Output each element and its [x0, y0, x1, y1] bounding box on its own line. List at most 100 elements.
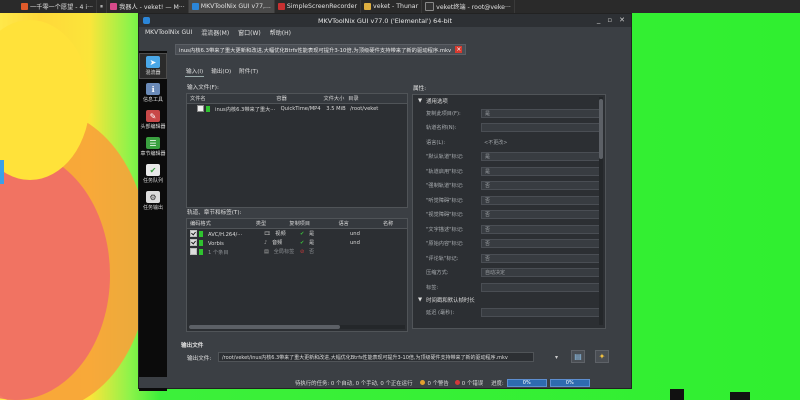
job-queue-icon: ✔: [146, 164, 160, 176]
tab-attachments[interactable]: 附件(T): [238, 66, 259, 77]
copy: 是: [309, 231, 315, 237]
sidebar-item-header-editor[interactable]: ✎ 头部编辑器: [140, 108, 166, 132]
column-header[interactable]: 语言: [335, 220, 380, 227]
tab-output[interactable]: 输出(O): [210, 66, 232, 77]
warnings-status: 0 个警告: [427, 380, 449, 387]
copy-item-select[interactable]: 是: [481, 108, 603, 118]
taskbar-item-label: veket - Thunar: [373, 3, 419, 10]
sidebar-item-label: 头部编辑器: [140, 124, 166, 130]
sidebar-item-job-queue[interactable]: ✔ 任务队列: [140, 162, 166, 186]
taskbar-item-pause[interactable]: ⏸: [97, 0, 108, 13]
minimize-button[interactable]: _: [597, 16, 601, 24]
table-row[interactable]: Vorbis ♪ 音频 ✔ 是 und: [187, 238, 407, 247]
size-cell: 3.5 MiB: [326, 105, 346, 112]
check-icon: ✔: [300, 231, 305, 237]
type: 视频: [275, 231, 286, 237]
menu-help[interactable]: 帮助(H): [270, 28, 291, 37]
title-bar[interactable]: MKVToolNix GUI v77.0 ('Elemental') 64-bi…: [139, 14, 631, 27]
original-content-select[interactable]: 否: [481, 239, 603, 249]
track-enabled-select[interactable]: 是: [481, 166, 603, 176]
property-row: 语言(L): <不更改>: [413, 135, 605, 150]
column-header[interactable]: 文件大小: [321, 95, 346, 102]
status-bar: 待执行的任务: 0 个自动, 0 个手动, 0 个正在运行 0 个警告 0 个错…: [139, 377, 631, 388]
default-track-select[interactable]: 是: [481, 152, 603, 162]
file-icon: [197, 105, 204, 112]
add-to-queue-button[interactable]: ✦: [595, 350, 609, 363]
column-header[interactable]: 文件名: [187, 95, 273, 102]
sidebar-item-info[interactable]: ℹ 信息工具: [140, 81, 166, 105]
merge-subtabs: 输入(I) 输出(O) 附件(T): [185, 66, 259, 77]
column-header[interactable]: 编码格式: [187, 220, 253, 227]
taskbar-item-browser[interactable]: 我器人 - veket! — M···: [107, 0, 189, 13]
compression-select[interactable]: 自动决定: [481, 268, 603, 278]
horizontal-scrollbar[interactable]: [189, 325, 405, 329]
scroll-thumb[interactable]: [189, 325, 341, 329]
type-cell: ♪ 音频: [258, 239, 294, 246]
type: 音频: [271, 240, 283, 246]
column-header[interactable]: 目录: [345, 95, 407, 102]
track-checkbox[interactable]: [190, 239, 197, 246]
taskbar-item-music[interactable]: 一千零一个愿望 - 4 i···: [18, 0, 98, 13]
tracks-list[interactable]: 编码格式 类型 复制项目 语言 名称 AVC/H.264/··· 🎞 视频 ✔ …: [186, 218, 408, 332]
property-row: 复制此项目(F): 是: [413, 106, 605, 121]
visual-impaired-select[interactable]: 否: [481, 210, 603, 220]
document-tab[interactable]: inus内核6.3带来了重大更新和改进,大幅优化Btrfs性能表现可提升3-10…: [175, 44, 467, 55]
menu-multiplexer[interactable]: 混流器(M): [201, 28, 229, 37]
scroll-thumb[interactable]: [599, 99, 603, 159]
track-checkbox[interactable]: [190, 248, 197, 255]
text-descriptions-select[interactable]: 否: [481, 224, 603, 234]
file-name-cell: inus内核6.3带来了重大···: [187, 104, 278, 113]
table-row[interactable]: 1 个条目 ▤ 全局标签 ⊘ 否: [187, 247, 407, 256]
merge-icon: ➤: [146, 56, 160, 68]
close-button[interactable]: ✕: [619, 16, 625, 24]
delay-input[interactable]: [481, 308, 603, 318]
hearing-impaired-select[interactable]: 否: [481, 195, 603, 205]
property-label: 轨道名称(N):: [426, 125, 457, 132]
table-row[interactable]: AVC/H.264/··· 🎞 视频 ✔ 是 und: [187, 229, 407, 238]
lang-cell: und: [350, 239, 360, 246]
menu-window[interactable]: 窗口(W): [238, 28, 261, 37]
copy-cell: ✔ 是: [294, 239, 347, 246]
track-name-input[interactable]: [481, 123, 603, 133]
menu-mkvtoolnix[interactable]: MKVToolNix GUI: [145, 29, 192, 36]
column-header[interactable]: 名称: [380, 220, 407, 227]
codec: 1 个条目: [208, 250, 229, 256]
sidebar-item-label: 混流器: [145, 70, 161, 76]
table-row[interactable]: inus内核6.3带来了重大··· QuickTime/MP4 3.5 MiB …: [187, 104, 407, 113]
vertical-scrollbar[interactable]: [599, 97, 603, 325]
section-timestamps[interactable]: ▼ 时间戳和默认帧时长: [413, 295, 605, 306]
taskbar-item-thunar[interactable]: veket - Thunar: [361, 0, 423, 13]
language-select[interactable]: <不更改>: [481, 138, 603, 147]
output-dropdown-icon[interactable]: ▾: [555, 354, 558, 361]
sidebar-item-label: 任务队列: [142, 178, 163, 184]
section-general-options[interactable]: ▼ 通用选项: [413, 95, 605, 106]
taskbar-item-mkvtoolnix[interactable]: MKVToolNix GUI v77,...: [188, 0, 275, 13]
sidebar-item-chapter-editor[interactable]: ☰ 章节编辑器: [140, 135, 166, 159]
property-row: 压缩方式: 自动决定: [413, 266, 605, 281]
browse-output-button[interactable]: ▤: [571, 350, 585, 363]
column-header[interactable]: 容器: [273, 95, 320, 102]
close-tab-icon[interactable]: ×: [455, 46, 463, 53]
output-path: /root/veket/inus内核6.3带来了重大更新和改进,大幅优化Btrf…: [222, 354, 508, 361]
taskbar-item-recorder[interactable]: SimpleScreenRecorder: [275, 0, 362, 13]
type: 全局标签: [273, 249, 294, 255]
commentary-select[interactable]: 否: [481, 253, 603, 263]
maximize-button[interactable]: ▫: [607, 16, 612, 24]
app-icon: [21, 3, 28, 10]
tracks-label: 轨道、章节和标签(T):: [187, 210, 242, 216]
status-mark: [199, 231, 203, 237]
sidebar-item-job-output[interactable]: ⚙ 任务输出: [140, 189, 166, 213]
tags-input[interactable]: [481, 282, 603, 292]
forced-track-select[interactable]: 否: [481, 181, 603, 191]
sidebar-item-multiplexer[interactable]: ➤ 混流器: [139, 53, 167, 79]
column-header[interactable]: 类型: [253, 220, 286, 227]
tab-input[interactable]: 输入(I): [185, 66, 205, 77]
input-files-list[interactable]: 文件名 容器 文件大小 目录 inus内核6.3带来了重大··· QuickTi…: [186, 93, 408, 208]
track-checkbox[interactable]: [190, 230, 197, 237]
output-file-input[interactable]: /root/veket/inus内核6.3带来了重大更新和改进,大幅优化Btrf…: [218, 352, 534, 362]
property-label: 压缩方式:: [426, 270, 449, 277]
column-header[interactable]: 复制项目: [286, 220, 335, 227]
taskbar-item-terminal[interactable]: veket终端 - root@veke···: [422, 0, 515, 13]
property-row: 轨道名称(N):: [413, 121, 605, 136]
status-mark: [206, 106, 210, 112]
